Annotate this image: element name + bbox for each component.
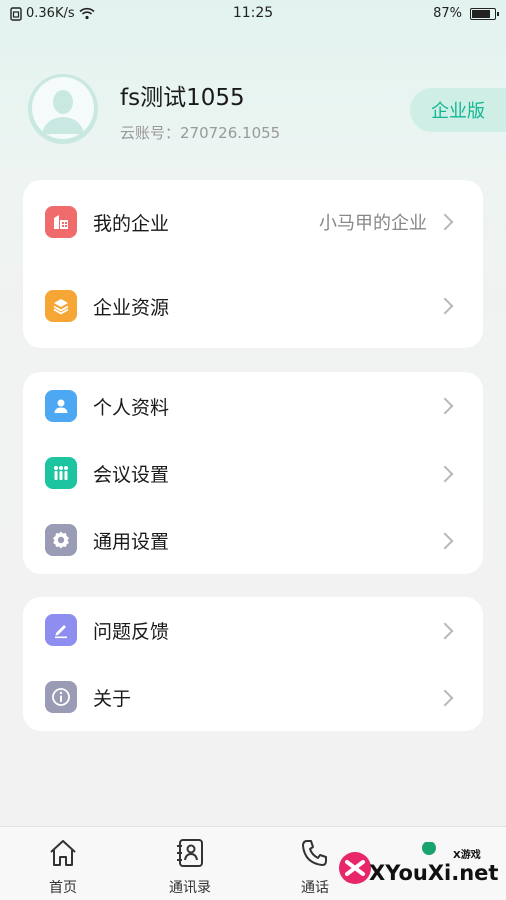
contacts-icon: [145, 835, 235, 871]
menu-item-label: 个人资料: [93, 396, 170, 419]
chevron-right-icon: [436, 397, 454, 415]
battery-icon: [470, 7, 499, 20]
chevron-right-icon: [436, 213, 454, 231]
status-bar: 0.36K/s 11:25 87%: [0, 0, 506, 28]
edition-badge[interactable]: 企业版: [410, 88, 506, 132]
meeting-icon: [45, 457, 77, 489]
profile-name: fs测试1055: [120, 85, 245, 111]
resources-icon: [45, 290, 77, 322]
info-icon: [45, 681, 77, 713]
home-icon: [18, 835, 108, 871]
menu-item-label: 我的企业: [93, 212, 170, 235]
nav-label: 首页: [49, 880, 77, 896]
status-right: 87%: [433, 6, 499, 21]
menu-item-enterprise-resources[interactable]: 企业资源: [23, 264, 483, 348]
battery-percent: 87%: [433, 6, 462, 21]
user-silhouette-icon: [32, 77, 94, 139]
support-card: 问题反馈 关于: [23, 597, 483, 731]
menu-item-my-enterprise[interactable]: 我的企业 小马甲的企业: [23, 180, 483, 264]
watermark-sub: X游戏: [453, 848, 481, 861]
chevron-right-icon: [436, 532, 454, 549]
chevron-right-icon: [436, 689, 454, 706]
watermark-logo: X游戏 XYouXi.net: [333, 841, 498, 886]
menu-item-label: 关于: [93, 688, 132, 710]
chevron-right-icon: [436, 465, 454, 482]
profile-icon: [45, 390, 77, 422]
menu-item-label: 会议设置: [93, 464, 170, 486]
menu-item-label: 企业资源: [93, 296, 170, 319]
bottom-nav: 首页 通讯录 通话 X游戏 XYouXi.net: [0, 826, 506, 900]
menu-item-meeting-settings[interactable]: 会议设置: [23, 440, 483, 507]
gear-icon: [45, 524, 77, 556]
settings-card: 个人资料 会议设置 通用设置: [23, 372, 483, 574]
watermark-text: XYouXi.net: [369, 861, 498, 885]
menu-item-label: 通用设置: [93, 531, 170, 553]
menu-item-label: 问题反馈: [93, 621, 170, 643]
nav-label: 通讯录: [169, 880, 211, 896]
battery-fill: [472, 9, 491, 18]
menu-item-feedback[interactable]: 问题反馈: [23, 597, 483, 664]
menu-item-about[interactable]: 关于: [23, 664, 483, 731]
menu-item-general-settings[interactable]: 通用设置: [23, 507, 483, 574]
menu-item-personal-profile[interactable]: 个人资料: [23, 372, 483, 440]
enterprise-icon: [45, 206, 77, 238]
chevron-right-icon: [436, 297, 454, 315]
enterprise-card: 我的企业 小马甲的企业 企业资源: [23, 180, 483, 348]
nav-contacts[interactable]: 通讯录: [145, 835, 235, 897]
chevron-right-icon: [436, 622, 454, 639]
account-id: 云账号：270726.1055: [120, 124, 281, 142]
nav-home[interactable]: 首页: [18, 835, 108, 897]
menu-item-value: 小马甲的企业: [319, 213, 427, 234]
avatar[interactable]: [28, 74, 98, 144]
feedback-icon: [45, 614, 77, 646]
clock: 11:25: [232, 5, 274, 21]
